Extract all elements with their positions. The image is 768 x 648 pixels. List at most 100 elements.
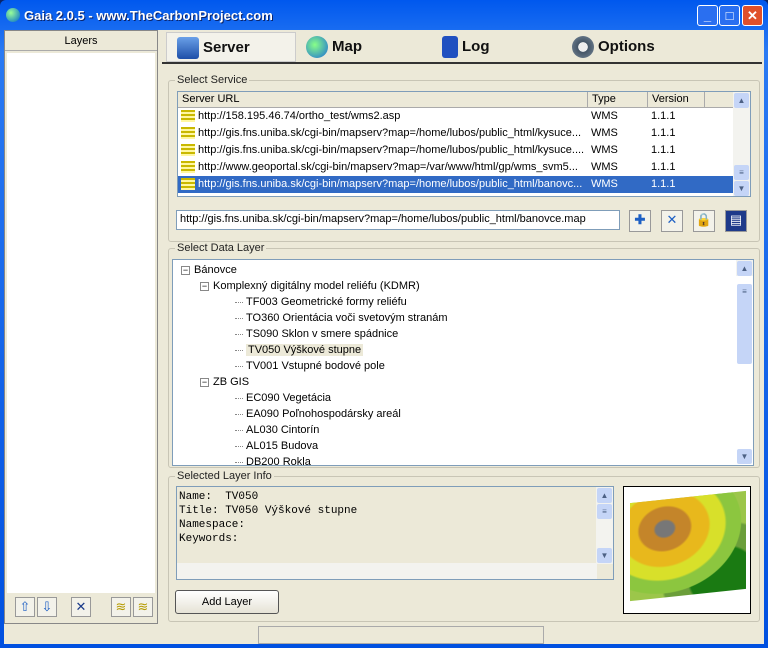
tree-node-label: Bánovce — [194, 264, 237, 276]
service-type: WMS — [591, 178, 618, 190]
layers-list[interactable] — [7, 53, 155, 593]
tree-node[interactable]: TV050 Výškové stupne — [235, 342, 364, 358]
wms-layers-icon — [181, 178, 195, 191]
tree-node[interactable]: TV001 Vstupné bodové pole — [235, 358, 385, 374]
wms-layers-icon — [181, 161, 195, 174]
remove-layer-button[interactable]: ✕ — [71, 597, 91, 617]
tree-node[interactable]: TO360 Orientácia voči svetovým stranám — [235, 310, 448, 326]
client-area: Layers ⇧ ⇩ ✕ ≋ ≋ Server Map Log Options … — [4, 30, 764, 644]
close-button[interactable]: ✕ — [742, 5, 763, 26]
tree-connector — [235, 333, 243, 335]
tree-node[interactable]: EC090 Vegetácia — [235, 390, 331, 406]
service-row[interactable]: http://www.geoportal.sk/cgi-bin/mapserv?… — [178, 159, 750, 176]
tree-node[interactable]: TS090 Sklon v smere spádnice — [235, 326, 398, 342]
tab-log[interactable]: Log — [442, 32, 552, 62]
window-title: Gaia 2.0.5 - www.TheCarbonProject.com — [24, 8, 273, 23]
tab-map[interactable]: Map — [306, 32, 426, 62]
service-type: WMS — [591, 110, 618, 122]
tab-server[interactable]: Server — [166, 32, 296, 62]
service-version: 1.1.1 — [651, 178, 676, 190]
layer-preview-image — [623, 486, 751, 614]
tree-connector — [235, 365, 243, 367]
service-url: http://158.195.46.74/ortho_test/wms2.asp — [198, 110, 401, 122]
move-down-button[interactable]: ⇩ — [37, 597, 57, 617]
status-cell-2 — [258, 626, 544, 644]
tree-connector — [235, 317, 243, 319]
tree-connector — [235, 397, 243, 399]
col-server-url[interactable]: Server URL — [178, 92, 588, 107]
col-version[interactable]: Version — [648, 92, 705, 107]
collapse-icon[interactable]: − — [200, 281, 209, 291]
tree-connector — [235, 301, 243, 303]
add-layer-button[interactable]: Add Layer — [175, 590, 279, 614]
service-type: WMS — [591, 127, 618, 139]
service-url: http://gis.fns.uniba.sk/cgi-bin/mapserv?… — [198, 144, 585, 156]
info-vscroll[interactable]: ▲ ≡ ▼ — [596, 487, 613, 564]
tree-node[interactable]: − ZB GIS — [200, 374, 249, 390]
minimize-button[interactable]: _ — [697, 5, 718, 26]
service-url: http://gis.fns.uniba.sk/cgi-bin/mapserv?… — [198, 178, 583, 190]
layer-tree: − Bánovce − Komplexný digitálny model relié… — [172, 259, 754, 466]
service-row[interactable]: http://gis.fns.uniba.sk/cgi-bin/mapserv?… — [178, 125, 750, 142]
tree-node[interactable]: DB200 Rokla — [235, 454, 311, 466]
move-up-button[interactable]: ⇧ — [15, 597, 35, 617]
status-cell-3 — [550, 626, 762, 644]
delete-server-button[interactable]: ✕ — [661, 210, 683, 232]
add-server-button[interactable]: ✚ — [629, 210, 651, 232]
service-version: 1.1.1 — [651, 144, 676, 156]
tab-options[interactable]: Options — [572, 32, 692, 62]
layer-export-button[interactable]: ≋ — [133, 597, 153, 617]
status-cell-1 — [4, 626, 250, 644]
service-row[interactable]: http://gis.fns.uniba.sk/cgi-bin/mapserv?… — [178, 176, 750, 193]
tree-node-label: EC090 Vegetácia — [246, 392, 332, 404]
tree-node-label: DB200 Rokla — [246, 456, 311, 466]
tree-connector — [235, 349, 243, 351]
tree-node-label: AL030 Cintorín — [246, 424, 320, 436]
service-type: WMS — [591, 161, 618, 173]
wms-layers-icon — [181, 127, 195, 140]
app-window: Gaia 2.0.5 - www.TheCarbonProject.com _ … — [0, 0, 768, 648]
tree-node-label: TV050 Výškové stupne — [246, 344, 364, 356]
server-url-input[interactable]: http://gis.fns.uniba.sk/cgi-bin/mapserv?… — [176, 210, 620, 230]
layer-group-button[interactable]: ≋ — [111, 597, 131, 617]
options-icon — [572, 36, 594, 59]
save-server-button[interactable]: ▤ — [725, 210, 747, 232]
service-version: 1.1.1 — [651, 110, 676, 122]
tree-scrollbar[interactable]: ▲ ≡ ▼ — [736, 260, 753, 464]
tree-connector — [235, 413, 243, 415]
globe-icon — [306, 36, 328, 59]
tree-node-label: TS090 Sklon v smere spádnice — [246, 328, 399, 340]
tree-node-label: EA090 Poľnohospodársky areál — [246, 408, 401, 420]
tree-node[interactable]: AL015 Budova — [235, 438, 318, 454]
layers-header: Layers — [5, 31, 157, 51]
layer-info-content: Name: TV050 Title: TV050 Výškové stupne … — [179, 491, 358, 545]
layer-info-text[interactable]: Name: TV050 Title: TV050 Výškové stupne … — [176, 486, 614, 580]
tab-bar: Server Map Log Options — [162, 30, 762, 64]
tree-node-label: ZB GIS — [213, 376, 250, 388]
service-scrollbar[interactable]: ▲ ≡ ▼ — [733, 92, 750, 196]
tree-connector — [235, 461, 243, 463]
lock-server-button[interactable]: 🔒 — [693, 210, 715, 232]
log-icon — [442, 36, 458, 59]
service-row[interactable]: http://gis.fns.uniba.sk/cgi-bin/mapserv?… — [178, 142, 750, 159]
tree-node[interactable]: − Bánovce — [181, 262, 237, 278]
tree-node-label: TO360 Orientácia voči svetovým stranám — [246, 312, 448, 324]
tree-node[interactable]: EA090 Poľnohospodársky areál — [235, 406, 401, 422]
layer-info-legend: Selected Layer Info — [177, 470, 272, 482]
tree-node-label: Komplexný digitálny model reliéfu (KDMR) — [213, 280, 420, 292]
collapse-icon[interactable]: − — [200, 377, 209, 387]
tree-node[interactable]: AL030 Cintorín — [235, 422, 319, 438]
collapse-icon[interactable]: − — [181, 265, 190, 275]
service-table: Server URL Type Version http://158.195.4… — [177, 91, 751, 197]
info-hscroll[interactable] — [177, 563, 597, 579]
elevation-map — [630, 490, 746, 602]
tree-connector — [235, 429, 243, 431]
service-url: http://www.geoportal.sk/cgi-bin/mapserv?… — [198, 161, 578, 173]
tree-node[interactable]: − Komplexný digitálny model reliéfu (KDMR… — [200, 278, 420, 294]
layers-panel: Layers ⇧ ⇩ ✕ ≋ ≋ — [4, 30, 158, 624]
service-url: http://gis.fns.uniba.sk/cgi-bin/mapserv?… — [198, 127, 582, 139]
service-row[interactable]: http://158.195.46.74/ortho_test/wms2.asp… — [178, 108, 750, 125]
col-type[interactable]: Type — [588, 92, 648, 107]
maximize-button[interactable]: □ — [719, 5, 740, 26]
tree-node[interactable]: TF003 Geometrické formy reliéfu — [235, 294, 407, 310]
